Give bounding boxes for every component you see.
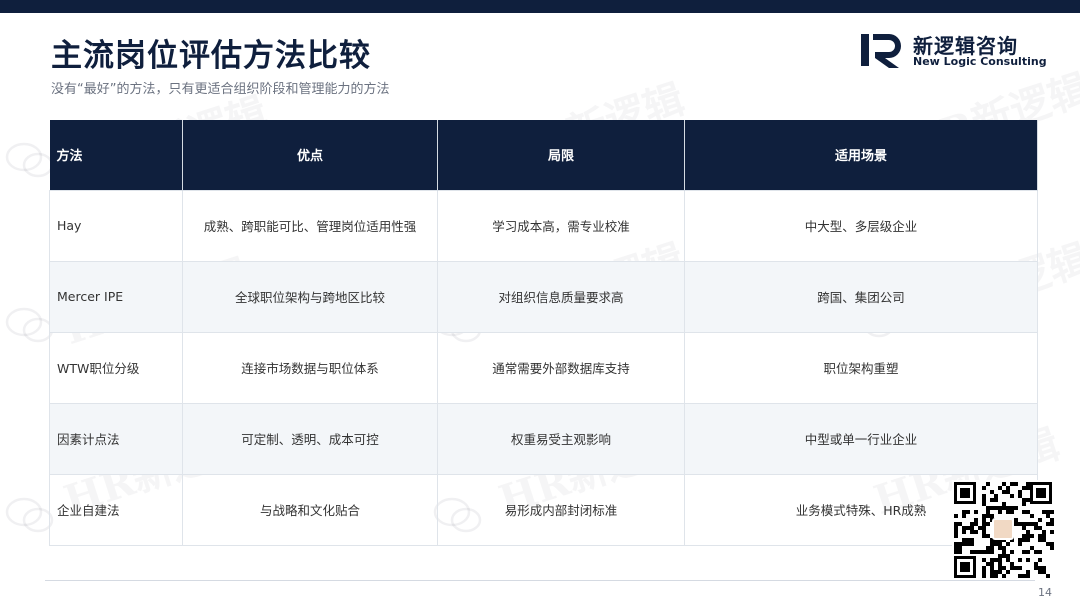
cell-limits: 通常需要外部数据库支持 <box>437 331 685 404</box>
cell-pros: 与战略和文化贴合 <box>182 473 438 546</box>
table-row: Hay 成熟、跨职能可比、管理岗位适用性强 学习成本高，需专业校准 中大型、多层… <box>49 189 1038 262</box>
page-subtitle: 没有“最好”的方法，只有更适合组织阶段和管理能力的方法 <box>51 82 390 97</box>
table-row: 因素计点法 可定制、透明、成本可控 权重易受主观影响 中型或单一行业企业 <box>49 402 1038 475</box>
hr-logo-mark-icon <box>861 34 901 68</box>
cell-limits: 易形成内部封闭标准 <box>437 473 685 546</box>
table-header-row: 方法 优点 局限 适用场景 <box>49 120 1038 190</box>
cell-scenarios: 中大型、多层级企业 <box>684 189 1038 262</box>
comparison-table: 方法 优点 局限 适用场景 Hay 成熟、跨职能可比、管理岗位适用性强 学习成本… <box>49 120 1038 546</box>
table-row: WTW职位分级 连接市场数据与职位体系 通常需要外部数据库支持 职位架构重塑 <box>49 331 1038 404</box>
cell-method: 企业自建法 <box>49 473 183 546</box>
header-method: 方法 <box>49 120 183 190</box>
cell-limits: 学习成本高，需专业校准 <box>437 189 685 262</box>
cell-limits: 权重易受主观影响 <box>437 402 685 475</box>
header-limits: 局限 <box>437 120 685 190</box>
table-row: 企业自建法 与战略和文化贴合 易形成内部封闭标准 业务模式特殊、HR成熟 <box>49 473 1038 546</box>
qr-code-icon[interactable] <box>952 480 1054 580</box>
cell-method: WTW职位分级 <box>49 331 183 404</box>
cell-scenarios: 职位架构重塑 <box>684 331 1038 404</box>
page-title: 主流岗位评估方法比较 <box>51 38 371 74</box>
company-logo: 新逻辑咨询 New Logic Consulting <box>861 30 1047 70</box>
page-number: 14 <box>1038 586 1052 599</box>
cell-pros: 成熟、跨职能可比、管理岗位适用性强 <box>182 189 438 262</box>
cell-limits: 对组织信息质量要求高 <box>437 260 685 333</box>
top-bar <box>0 0 1080 13</box>
cell-pros: 连接市场数据与职位体系 <box>182 331 438 404</box>
cell-method: 因素计点法 <box>49 402 183 475</box>
header-scenarios: 适用场景 <box>684 120 1038 190</box>
cell-scenarios: 跨国、集团公司 <box>684 260 1038 333</box>
avatar <box>992 518 1014 540</box>
footer-divider <box>45 580 1035 581</box>
cell-method: Mercer IPE <box>49 260 183 333</box>
cell-pros: 可定制、透明、成本可控 <box>182 402 438 475</box>
table-row: Mercer IPE 全球职位架构与跨地区比较 对组织信息质量要求高 跨国、集团… <box>49 260 1038 333</box>
cell-pros: 全球职位架构与跨地区比较 <box>182 260 438 333</box>
cell-method: Hay <box>49 189 183 262</box>
logo-name-en: New Logic Consulting <box>913 55 1047 68</box>
cell-scenarios: 中型或单一行业企业 <box>684 402 1038 475</box>
header-pros: 优点 <box>182 120 438 190</box>
